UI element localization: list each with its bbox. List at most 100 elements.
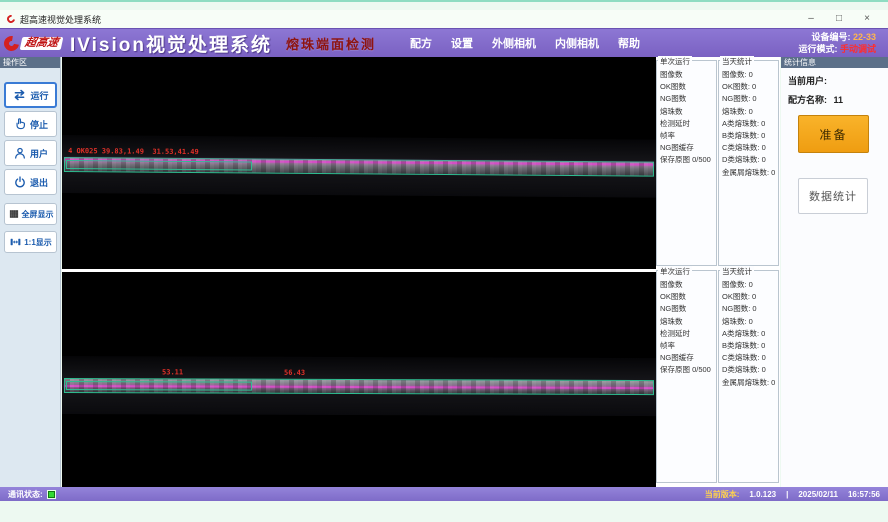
status-separator: | — [786, 490, 788, 499]
menu-item-outer-camera[interactable]: 外侧相机 — [492, 35, 536, 51]
single-run-groupbox: 单次运行 图像数 OK图数 NG图数 熔珠数 检测延时 帧率 NG图缓存 保存原… — [656, 270, 717, 483]
app-subtitle: 熔珠端面检测 — [286, 34, 376, 53]
stat-row: 保存原图 0/500 — [657, 154, 716, 166]
groupbox-title: 单次运行 — [658, 266, 692, 277]
camera-viewport-top[interactable]: 4 OK025 39.83,1.49 31.53,41.49 — [62, 57, 656, 269]
minimize-button[interactable]: – — [797, 11, 825, 27]
window-titlebar: 超高速视觉处理系统 – □ × — [0, 10, 888, 28]
recipe-name-value: 11 — [834, 95, 844, 105]
user-button-label: 用户 — [30, 147, 48, 160]
stat-row: 检测延时 — [657, 118, 716, 130]
comm-status-indicator — [48, 491, 55, 498]
current-user-row: 当前用户: — [788, 74, 888, 87]
sidebar-title: 操作区 — [0, 57, 60, 68]
measurement-annotation: 53.11 — [162, 368, 183, 376]
prepare-button[interactable]: 准备 — [798, 115, 869, 153]
fullscreen-button-label: 全屏显示 — [22, 209, 54, 220]
status-bar-right: 当前版本: 1.0.123 | 2025/02/11 16:57:56 — [705, 489, 880, 500]
stat-row: 检测延时 — [657, 328, 716, 340]
window-controls: – □ × — [797, 11, 881, 27]
stat-row: D类熔珠数: 0 — [719, 364, 778, 376]
brand-swoosh-icon — [1, 33, 22, 54]
stat-row: NG图缓存 — [657, 352, 716, 364]
roi-rect-overlay — [66, 160, 252, 170]
run-button[interactable]: 运行 — [4, 82, 57, 108]
stat-row: 图像数: 0 — [719, 279, 778, 291]
maximize-button[interactable]: □ — [825, 11, 853, 27]
stat-row: 熔珠数: 0 — [719, 106, 778, 118]
stat-row: 熔珠数: 0 — [719, 316, 778, 328]
stats-area: 单次运行 图像数 OK图数 NG图数 熔珠数 检测延时 帧率 NG图缓存 保存原… — [656, 57, 780, 487]
close-button[interactable]: × — [853, 11, 881, 27]
user-button[interactable]: 用户 — [4, 140, 57, 166]
date-value: 2025/02/11 — [798, 490, 838, 499]
power-icon — [13, 175, 27, 189]
run-arrows-icon — [12, 88, 27, 102]
stat-row: OK图数: 0 — [719, 81, 778, 93]
stat-row: 图像数 — [657, 279, 716, 291]
operation-sidebar: 操作区 运行 停止 用户 退出 全屏显示 — [0, 57, 61, 487]
stat-row: NG图数 — [657, 93, 716, 105]
stop-button[interactable]: 停止 — [4, 111, 57, 137]
stat-row: A类熔珠数: 0 — [719, 118, 778, 130]
menu-item-recipe[interactable]: 配方 — [410, 35, 432, 51]
today-stats-groupbox: 当天统计 图像数: 0 OK图数: 0 NG图数: 0 熔珠数: 0 A类熔珠数… — [718, 270, 779, 483]
brand-badge: 超高速 — [20, 37, 64, 50]
stat-row: 图像数: 0 — [719, 69, 778, 81]
single-run-groupbox: 单次运行 图像数 OK图数 NG图数 熔珠数 检测延时 帧率 NG图缓存 保存原… — [656, 60, 717, 266]
run-button-label: 运行 — [30, 89, 48, 102]
stat-row: NG图数: 0 — [719, 303, 778, 315]
menu-item-help[interactable]: 帮助 — [618, 35, 640, 51]
stat-row: NG图缓存 — [657, 142, 716, 154]
camera-viewport-bottom[interactable]: 53.11 56.43 — [62, 272, 656, 487]
stat-row: C类熔珠数: 0 — [719, 142, 778, 154]
comm-status-label: 通讯状态: — [8, 489, 43, 500]
menu-item-inner-camera[interactable]: 内侧相机 — [555, 35, 599, 51]
exit-button[interactable]: 退出 — [4, 169, 57, 195]
recipe-name-label: 配方名称: — [788, 95, 827, 105]
time-value: 16:57:56 — [848, 490, 880, 499]
stat-row: 熔珠数 — [657, 316, 716, 328]
stat-row: 图像数 — [657, 69, 716, 81]
info-panel-title: 统计信息 — [781, 57, 888, 68]
run-mode-value: 手动调试 — [840, 44, 876, 54]
main-menu: 配方 设置 外侧相机 内侧相机 帮助 — [410, 35, 640, 51]
stat-row: B类熔珠数: 0 — [719, 130, 778, 142]
stat-row: 保存原图 0/500 — [657, 364, 716, 376]
stat-row: 金属屑熔珠数: 0 — [719, 167, 778, 179]
app-header: 超高速 IVision视觉处理系统 熔珠端面检测 配方 设置 外侧相机 内侧相机… — [0, 28, 888, 57]
stat-row: NG图数: 0 — [719, 93, 778, 105]
stat-row: A类熔珠数: 0 — [719, 328, 778, 340]
roi-rect-overlay — [66, 381, 252, 391]
one-to-one-icon — [9, 236, 22, 248]
fullscreen-grid-icon — [8, 208, 20, 220]
groupbox-title: 当天统计 — [720, 56, 754, 67]
measurement-annotation: 56.43 — [284, 369, 305, 377]
groupbox-title: 单次运行 — [658, 56, 692, 67]
stat-row: 熔珠数 — [657, 106, 716, 118]
camera-image-top: 4 OK025 39.83,1.49 31.53,41.49 — [62, 57, 656, 269]
app-logo-icon — [5, 13, 16, 24]
stat-row: 金属屑熔珠数: 0 — [719, 377, 778, 389]
app-title: IVision视觉处理系统 — [70, 30, 272, 57]
device-info: 设备编号: 22-33 运行模式: 手动调试 — [798, 31, 876, 55]
fullscreen-button[interactable]: 全屏显示 — [4, 203, 57, 225]
user-icon — [13, 146, 27, 160]
one-to-one-button-label: 1:1显示 — [24, 237, 52, 248]
one-to-one-button[interactable]: 1:1显示 — [4, 231, 57, 253]
stat-row: NG图数 — [657, 303, 716, 315]
stat-row: 帧率 — [657, 130, 716, 142]
camera-image-bottom: 53.11 56.43 — [62, 272, 656, 487]
status-bar: 通讯状态: 当前版本: 1.0.123 | 2025/02/11 16:57:5… — [0, 487, 888, 501]
device-id-value: 22-33 — [853, 32, 876, 42]
menu-item-settings[interactable]: 设置 — [451, 35, 473, 51]
data-statistics-button[interactable]: 数据统计 — [798, 178, 868, 214]
version-label: 当前版本: — [705, 489, 740, 500]
stat-row: OK图数 — [657, 291, 716, 303]
camera-area: 4 OK025 39.83,1.49 31.53,41.49 53.11 56.… — [62, 57, 656, 487]
recipe-row: 配方名称: 11 — [788, 93, 888, 106]
stat-row: C类熔珠数: 0 — [719, 352, 778, 364]
hand-stop-icon — [13, 117, 27, 131]
stop-button-label: 停止 — [30, 118, 48, 131]
measurement-annotation: 4 OK025 39.83,1.49 31.53,41.49 — [68, 147, 199, 156]
